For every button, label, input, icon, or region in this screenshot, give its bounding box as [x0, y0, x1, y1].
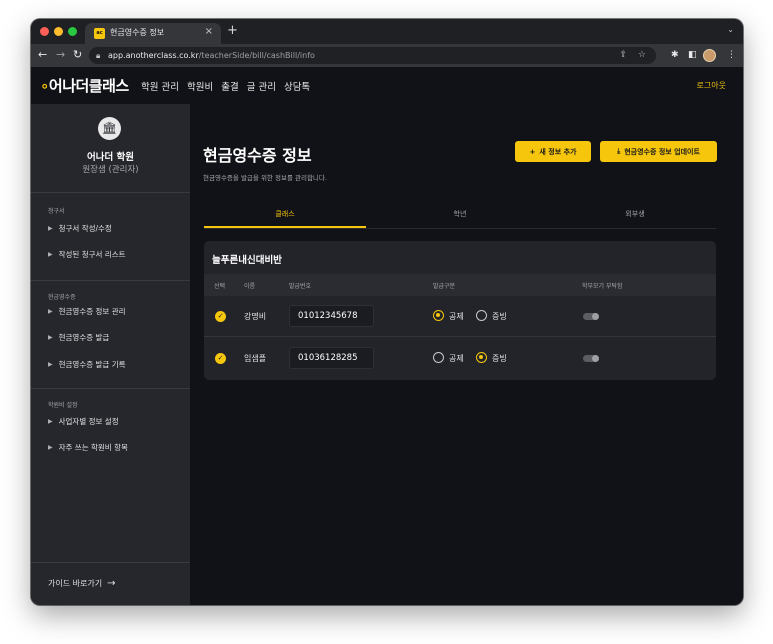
app-logo[interactable]: ∘어나더클래스 — [40, 75, 129, 96]
new-tab-button[interactable]: + — [227, 23, 238, 39]
minimize-window-button[interactable] — [54, 27, 63, 36]
guide-link[interactable]: 가이드 바로가기 → — [48, 578, 115, 589]
caret-right-icon: ▶ — [48, 361, 53, 368]
academy-role: 원장샘 (관리자) — [82, 165, 139, 175]
sidebar-section-title: 현금영수증 — [48, 294, 76, 301]
deduction-radio[interactable] — [433, 310, 444, 321]
table-row: ✓ 강명비 공제 증빙 — [204, 296, 716, 337]
sidebar-item-cash-info[interactable]: ▶ 현금영수증 정보 관리 — [48, 306, 126, 317]
student-name: 임샘플 — [244, 354, 267, 363]
column-header: 발급구분 — [433, 283, 456, 290]
caret-right-icon: ▶ — [48, 251, 53, 258]
issue-number-input[interactable] — [289, 305, 374, 327]
sidebar-item-bill-edit[interactable]: ▶ 청구서 작성/수정 — [48, 223, 112, 234]
extensions-icon[interactable]: ✱ — [671, 49, 679, 61]
add-info-button[interactable]: + 새 정보 추가 — [515, 141, 591, 162]
sidebar-section-title: 청구서 — [48, 208, 65, 215]
evidence-radio[interactable] — [476, 310, 487, 321]
evidence-radio[interactable] — [476, 352, 487, 363]
sidebar-item-business-info[interactable]: ▶ 사업자별 정보 설정 — [48, 416, 119, 427]
sidebar-divider — [31, 388, 190, 389]
nav-consult[interactable]: 상담톡 — [284, 79, 310, 93]
update-info-button[interactable]: ⤓ 현금영수증 정보 업데이트 — [600, 141, 717, 162]
page-subtitle: 현금영수증을 발급을 위한 정보를 관리합니다. — [203, 174, 327, 182]
arrow-right-icon: → — [107, 578, 116, 589]
radio-label: 공제 — [449, 354, 464, 363]
class-card: 늘푸른내신대비반 선택 이름 발급번호 발급구분 학부모기 부탁함 ✓ 강명비 … — [204, 241, 716, 380]
academy-name: 어나더 학원 — [86, 152, 134, 163]
tab-bar: ac 현금영수증 정보 × + ⌄ — [31, 19, 743, 44]
address-bar: ← → ↻ 🔒︎ app.anotherclass.co.kr/teacherS… — [31, 44, 743, 67]
select-checkbox[interactable]: ✓ — [215, 311, 226, 322]
logout-link[interactable]: 로그아웃 — [697, 80, 726, 91]
radio-label: 증빙 — [492, 312, 507, 321]
radio-label: 공제 — [449, 312, 464, 321]
sidebar-divider — [31, 280, 190, 281]
tab-class[interactable]: 클래스 — [204, 208, 366, 228]
nav-posts[interactable]: 글 관리 — [247, 79, 276, 93]
student-name: 강명비 — [244, 312, 267, 321]
select-checkbox[interactable]: ✓ — [215, 353, 226, 364]
sidebar-item-fee-items[interactable]: ▶ 자주 쓰는 학원비 항목 — [48, 442, 128, 453]
url-text: app.anotherclass.co.kr/teacherSide/bill/… — [108, 51, 315, 60]
caret-right-icon: ▶ — [48, 418, 53, 425]
nav-tuition[interactable]: 학원비 — [187, 79, 213, 93]
chevron-down-icon[interactable]: ⌄ — [727, 25, 734, 34]
radio-label: 증빙 — [492, 354, 507, 363]
close-window-button[interactable] — [40, 27, 49, 36]
card-title: 늘푸른내신대비반 — [212, 255, 282, 266]
caret-right-icon: ▶ — [48, 308, 53, 315]
parent-request-toggle[interactable] — [583, 313, 599, 320]
caret-right-icon: ▶ — [48, 334, 53, 341]
share-icon[interactable]: ⇪ — [619, 50, 627, 61]
lock-icon[interactable]: 🔒︎ — [96, 50, 100, 61]
nav-attendance[interactable]: 출결 — [221, 79, 238, 93]
favicon-icon: ac — [94, 28, 105, 39]
upload-icon: ⤓ — [617, 147, 621, 155]
column-header: 이름 — [244, 283, 256, 290]
table-header: 선택 이름 발급번호 발급구분 학부모기 부탁함 — [204, 274, 716, 296]
maximize-window-button[interactable] — [68, 27, 77, 36]
page-title: 현금영수증 정보 — [203, 146, 312, 165]
sidebar-divider — [31, 562, 190, 563]
profile-avatar[interactable] — [703, 49, 716, 62]
column-header: 선택 — [214, 283, 226, 290]
browser-menu-icon[interactable]: ⋮ — [727, 49, 736, 61]
caret-right-icon: ▶ — [48, 444, 53, 451]
tab-external[interactable]: 외부생 — [554, 208, 716, 228]
sidebar-section-title: 학원비 설정 — [48, 402, 78, 409]
logo-mark-icon: ∘ — [40, 77, 49, 95]
tab-close-icon[interactable]: × — [205, 26, 213, 38]
side-panel-icon[interactable]: ◧ — [688, 49, 697, 61]
tab-list: 클래스 학년 외부생 — [204, 208, 716, 229]
column-header: 발급번호 — [289, 283, 312, 290]
plus-icon: + — [529, 147, 536, 156]
forward-arrow-icon[interactable]: → — [56, 48, 65, 62]
app-header: ∘어나더클래스 학원 관리 학원비 출결 글 관리 상담톡 로그아웃 — [31, 67, 743, 104]
caret-right-icon: ▶ — [48, 225, 53, 232]
main-content: 현금영수증 정보 현금영수증을 발급을 위한 정보를 관리합니다. + 새 정보 … — [190, 104, 743, 605]
nav-academy[interactable]: 학원 관리 — [141, 79, 179, 93]
academy-building-icon: 🏛︎ — [98, 117, 121, 140]
tab-title: 현금영수증 정보 — [110, 28, 165, 37]
sidebar-item-cash-issue[interactable]: ▶ 현금영수증 발급 — [48, 332, 109, 343]
parent-request-toggle[interactable] — [583, 355, 599, 362]
sidebar-divider — [31, 192, 190, 193]
sidebar: 🏛︎ 어나더 학원 원장샘 (관리자) 청구서 ▶ 청구서 작성/수정 ▶ 작성된 … — [31, 104, 190, 605]
sidebar-item-bill-list[interactable]: ▶ 작성된 청구서 리스트 — [48, 249, 126, 260]
main-nav: 학원 관리 학원비 출결 글 관리 상담톡 — [141, 79, 310, 93]
browser-window: ac 현금영수증 정보 × + ⌄ ← → ↻ 🔒︎ app.anothercl… — [31, 19, 743, 605]
column-header: 학부모기 부탁함 — [582, 283, 623, 290]
browser-tab[interactable]: ac 현금영수증 정보 × — [85, 23, 221, 44]
tab-grade[interactable]: 학년 — [379, 208, 541, 228]
back-arrow-icon[interactable]: ← — [38, 48, 47, 62]
issue-number-input[interactable] — [289, 347, 374, 369]
table-row: ✓ 임샘플 공제 증빙 — [204, 338, 716, 379]
url-input[interactable]: 🔒︎ app.anotherclass.co.kr/teacherSide/bi… — [89, 47, 656, 64]
bookmark-star-icon[interactable]: ☆ — [638, 50, 646, 61]
deduction-radio[interactable] — [433, 352, 444, 363]
reload-icon[interactable]: ↻ — [73, 48, 82, 62]
sidebar-item-cash-history[interactable]: ▶ 현금영수증 발급 기록 — [48, 359, 126, 370]
